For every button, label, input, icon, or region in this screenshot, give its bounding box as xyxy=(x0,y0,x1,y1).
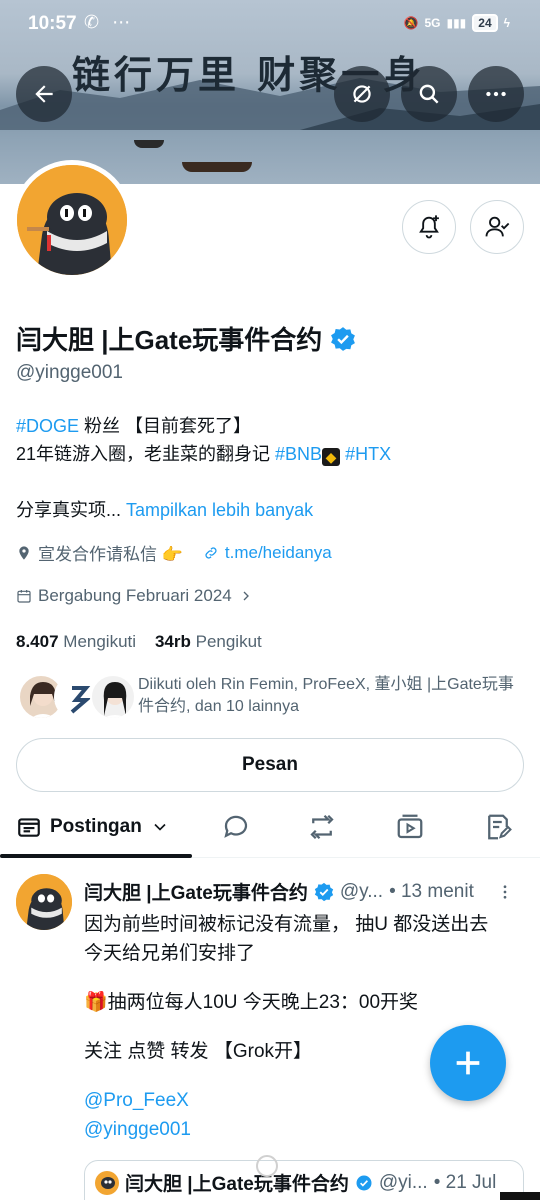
profile-bio: #DOGE 粉丝 【目前套死了】 21年链游入圈，老韭菜的翻身记 #BNB ◆ #… xyxy=(16,412,526,524)
post-line: 因为前些时间被标记没有流量， 抽U 都没送出去 xyxy=(84,914,489,935)
link-icon xyxy=(205,546,217,559)
compose-button[interactable] xyxy=(430,1025,506,1101)
post-header: 闫大胆 |上Gate玩事件合约 @y... • 13 menit xyxy=(84,878,514,905)
hashtag-link[interactable]: #BNB xyxy=(275,444,322,464)
following-button[interactable] xyxy=(470,200,524,254)
hashtag-link[interactable]: #DOGE xyxy=(16,416,79,436)
screen-corner xyxy=(500,1192,540,1200)
post-author-avatar[interactable] xyxy=(16,874,72,930)
signal-icon: ▮▮▮ xyxy=(446,16,467,30)
plus-icon xyxy=(456,1051,480,1075)
mention-link[interactable]: @yingge001 xyxy=(84,1115,524,1144)
quoted-post-time: • 21 Jul xyxy=(433,1171,497,1193)
quoted-author-handle: @yi... xyxy=(378,1171,428,1193)
profile-avatar[interactable] xyxy=(12,160,132,280)
post-author-name[interactable]: 闫大胆 |上Gate玩事件合约 xyxy=(84,878,308,905)
user-check-icon xyxy=(485,216,510,237)
charging-icon: ϟ xyxy=(503,16,510,30)
quoted-author-name: 闫大胆 |上Gate玩事件合约 xyxy=(125,1174,349,1195)
bio-text: 粉丝 【目前套死了】 xyxy=(79,416,252,436)
more-options-button[interactable] xyxy=(468,66,524,122)
verified-badge-icon xyxy=(356,1175,372,1190)
chevron-down-icon xyxy=(154,823,166,831)
avatar-image xyxy=(17,165,127,275)
more-vertical-icon[interactable] xyxy=(496,883,514,901)
boat-graphic xyxy=(134,140,164,148)
system-icons: 🔕 5G ▮▮▮ 24 ϟ xyxy=(403,14,510,32)
home-gesture-indicator xyxy=(256,1155,278,1177)
followers-label: Pengikut xyxy=(195,632,262,651)
post-line: 🎁抽两位每人10U 今天晚上23：00开奖 xyxy=(84,992,419,1013)
post-author-handle: @y... xyxy=(339,880,384,902)
boat-graphic xyxy=(182,162,252,172)
grok-icon xyxy=(353,85,371,103)
tab-reposts[interactable] xyxy=(307,812,337,842)
message-button[interactable]: Pesan xyxy=(16,738,524,792)
bio-text: 分享真实项... xyxy=(16,500,127,520)
profile-handle: @yingge001 xyxy=(16,362,123,383)
display-name: 闫大胆 |上Gate玩事件合约 xyxy=(16,325,323,355)
status-time: 10:57 xyxy=(28,13,77,34)
chevron-right-icon xyxy=(243,591,249,601)
mute-icon: 🔕 xyxy=(403,16,419,30)
verified-badge-icon xyxy=(314,882,334,901)
followed-by-text: Diikuti oleh Rin Femin, ProFeeX, 董小姐 |上G… xyxy=(138,676,514,715)
followers-count: 34rb xyxy=(154,632,191,651)
bio-text: 21年链游入圈，老韭菜的翻身记 xyxy=(16,444,276,464)
mascot-graphic xyxy=(17,165,127,275)
bnb-logo-icon: ◆ xyxy=(322,448,341,466)
back-button[interactable] xyxy=(16,66,72,122)
bell-plus-icon xyxy=(419,215,439,239)
hashtag-link[interactable]: #HTX xyxy=(345,444,391,464)
posts-feed-icon xyxy=(18,818,40,837)
tab-posts-label: Postingan xyxy=(50,816,142,837)
post-line: 今天给兄弟们安排了 xyxy=(84,943,256,964)
profile-name: 闫大胆 |上Gate玩事件合约 xyxy=(16,320,356,357)
show-more-link[interactable]: Tampilkan lebih banyak xyxy=(126,500,313,520)
post-time: • 13 menit xyxy=(389,880,474,902)
quoted-author-avatar xyxy=(95,1170,119,1195)
quoted-post-header: 闫大胆 |上Gate玩事件合约 @yi... • 21 Jul xyxy=(95,1169,496,1196)
join-date-text: Bergabung Februari 2024 xyxy=(38,586,232,605)
active-tab-indicator xyxy=(0,854,192,858)
profile-location: 宣发合作请私信 👉 t.me/heidanya xyxy=(16,540,332,565)
network-label: 5G xyxy=(424,16,441,30)
mascot-graphic xyxy=(16,874,72,930)
verified-badge-icon[interactable] xyxy=(330,326,356,352)
follow-stats: 8.407 Mengikuti 34rb Pengikut xyxy=(16,632,262,652)
followed-by-section[interactable]: Diikuti oleh Rin Femin, ProFeeX, 董小姐 |上G… xyxy=(16,672,526,722)
following-count: 8.407 xyxy=(16,632,59,651)
battery-icon: 24 xyxy=(472,14,498,32)
following-label: Mengikuti xyxy=(63,632,137,651)
join-date[interactable]: Bergabung Februari 2024 xyxy=(16,586,254,606)
notification-subscribe-button[interactable] xyxy=(402,200,456,254)
search-icon xyxy=(419,84,439,104)
following-link[interactable]: 8.407 Mengikuti xyxy=(16,632,136,651)
location-pin-icon xyxy=(19,545,29,560)
tab-posts[interactable]: Postingan xyxy=(16,814,170,840)
quoted-post[interactable]: 闫大胆 |上Gate玩事件合约 @yi... • 21 Jul xyxy=(84,1160,524,1200)
more-horizontal-icon xyxy=(486,91,506,97)
status-bar: 10:57 ✆ ⋯ 🔕 5G ▮▮▮ 24 ϟ xyxy=(0,0,540,50)
tab-media[interactable] xyxy=(395,812,425,842)
profile-tabs: Postingan xyxy=(0,800,540,858)
tab-replies[interactable] xyxy=(221,812,251,842)
followers-link[interactable]: 34rb Pengikut xyxy=(155,632,262,651)
follower-avatar xyxy=(90,674,136,720)
arrow-left-icon xyxy=(35,85,53,103)
tab-articles[interactable] xyxy=(483,812,513,842)
location-text: 宣发合作请私信 👉 xyxy=(38,545,183,564)
search-button[interactable] xyxy=(401,66,457,122)
calendar-icon xyxy=(17,590,31,603)
website-link[interactable]: t.me/heidanya xyxy=(225,543,332,563)
grok-button[interactable] xyxy=(334,66,390,122)
notification-icons: ✆ ⋯ xyxy=(84,12,135,32)
